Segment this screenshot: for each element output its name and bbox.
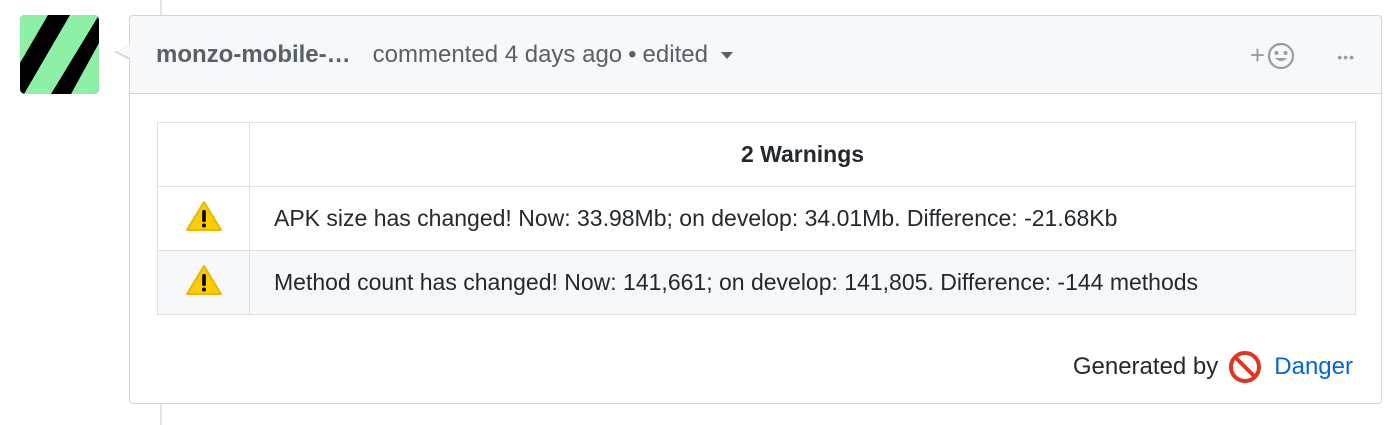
avatar[interactable]: [20, 15, 99, 94]
generated-by-footer: Generated by Danger: [157, 315, 1354, 384]
warning-icon-cell: [157, 186, 250, 251]
add-reaction-button[interactable]: +: [1250, 40, 1295, 71]
separator-dot: •: [628, 40, 637, 68]
comment-box: monzo-mobile-… commented 4 days ago • ed…: [114, 15, 1382, 404]
warning-message: APK size has changed! Now: 33.98Mb; on d…: [249, 186, 1356, 251]
warnings-table: 2 Warnings APK size has changed! Now: 33…: [157, 122, 1356, 315]
header-icon-cell: [157, 122, 250, 187]
edited-label: edited: [642, 40, 708, 68]
table-row: Method count has changed! Now: 141,661; …: [157, 250, 1356, 315]
edited-dropdown[interactable]: edited: [643, 41, 733, 69]
comment-timestamp[interactable]: commented 4 days ago: [373, 41, 622, 69]
warning-icon: [185, 264, 222, 295]
warning-icon-cell: [157, 250, 250, 315]
caret-down-icon: [720, 51, 733, 59]
warning-message: Method count has changed! Now: 141,661; …: [249, 250, 1356, 315]
generated-by-text: Generated by: [1072, 353, 1219, 380]
danger-link[interactable]: Danger: [1274, 353, 1353, 381]
comment-body: 2 Warnings APK size has changed! Now: 33…: [130, 94, 1381, 384]
table-row: APK size has changed! Now: 33.98Mb; on d…: [157, 186, 1356, 251]
no-entry-icon: [1229, 351, 1262, 383]
table-header-row: 2 Warnings: [157, 122, 1356, 187]
table-header-title: 2 Warnings: [249, 122, 1356, 187]
more-options-button[interactable]: •••: [1337, 38, 1355, 69]
smiley-icon: [1267, 42, 1295, 69]
plus-label: +: [1249, 40, 1265, 70]
ellipsis-icon: •••: [1337, 49, 1355, 65]
comment-header: monzo-mobile-… commented 4 days ago • ed…: [130, 16, 1381, 94]
warning-icon: [185, 200, 222, 231]
author-link[interactable]: monzo-mobile-…: [156, 41, 351, 69]
